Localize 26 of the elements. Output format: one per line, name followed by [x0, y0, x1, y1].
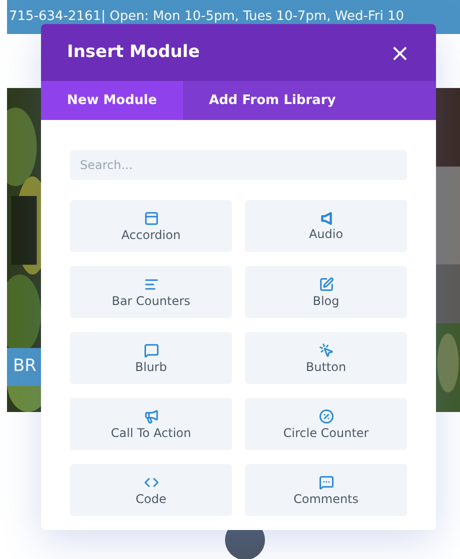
- tab[interactable]: Add From Library: [182, 81, 362, 120]
- module-button[interactable]: Button: [245, 332, 407, 384]
- info-text: 715-634-2161| Open: Mon 10-5pm, Tues 10-7pm, Wed-Fri 10: [9, 8, 404, 26]
- percent-circle-icon: [318, 409, 334, 424]
- module-button[interactable]: Accordion: [70, 200, 232, 252]
- search-field[interactable]: Search...: [70, 150, 407, 180]
- speaker-icon: [320, 212, 332, 225]
- comment-icon: [318, 475, 334, 490]
- code-icon: [144, 475, 158, 490]
- module-button[interactable]: Call To Action: [70, 398, 232, 450]
- module-button[interactable]: Blog: [245, 266, 407, 318]
- module-button[interactable]: Audio: [245, 200, 407, 252]
- module-button[interactable]: Comments: [245, 464, 407, 516]
- pen-square-icon: [318, 277, 334, 292]
- speech-bubble-icon: [144, 343, 158, 358]
- module-button[interactable]: Code: [70, 464, 232, 516]
- panel-icon: [144, 211, 158, 226]
- close-button[interactable]: ×: [390, 40, 410, 64]
- megaphone-icon: [144, 409, 158, 424]
- lines-icon: [144, 277, 158, 292]
- module-button[interactable]: Blurb: [70, 332, 232, 384]
- module-button[interactable]: Circle Counter: [245, 398, 407, 450]
- pointer-icon: [318, 343, 334, 358]
- tab[interactable]: New Module: [41, 81, 183, 120]
- module-button[interactable]: Bar Counters: [70, 266, 232, 318]
- modal-title: Insert Module: [67, 40, 200, 64]
